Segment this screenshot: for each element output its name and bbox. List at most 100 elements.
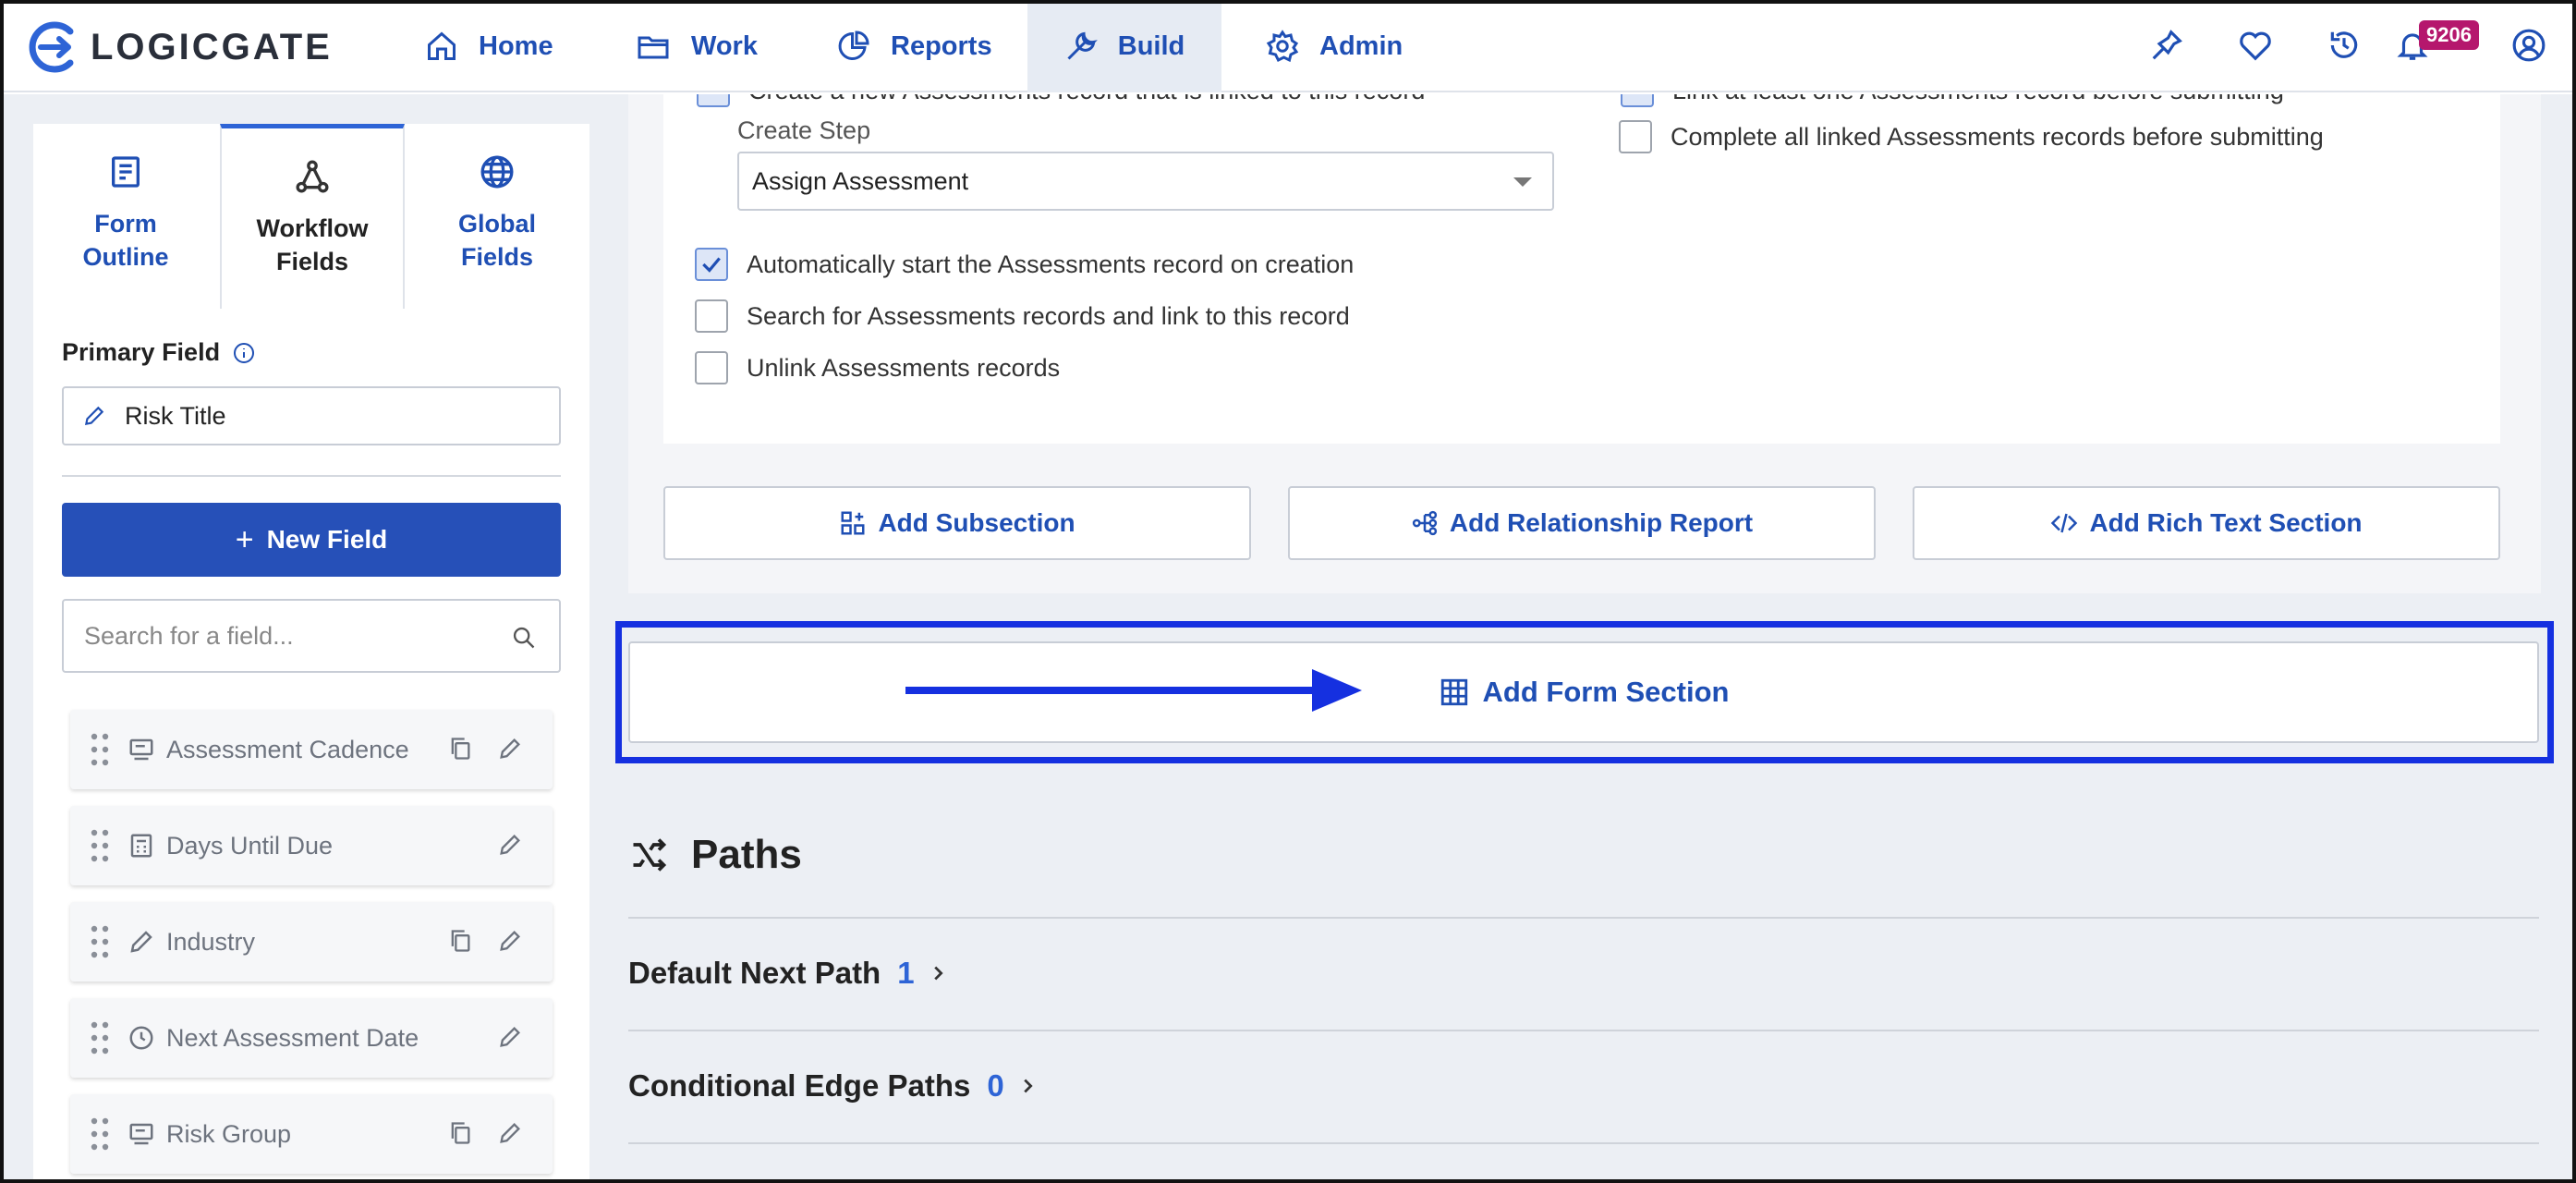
field-item[interactable]: Days Until Due: [70, 806, 553, 885]
edit-icon[interactable]: [497, 1024, 523, 1050]
drag-handle-icon[interactable]: [91, 1021, 109, 1055]
shuffle-icon: [633, 838, 667, 872]
nav-reports[interactable]: Reports: [837, 0, 992, 92]
home-icon: [428, 31, 456, 60]
default-next-path-count: 1: [897, 956, 915, 990]
add-subsection-label: Add Subsection: [878, 508, 1075, 537]
nav-reports-label: Reports: [891, 30, 992, 61]
add-rich-text-button[interactable]: Add Rich Text Section: [1913, 486, 2500, 560]
add-rich-text-label: Add Rich Text Section: [2089, 508, 2363, 537]
create-step-select[interactable]: Assign Assessment: [737, 152, 1554, 211]
code-icon: [2051, 513, 2078, 533]
link-one-label: Link at least one Assessments record bef…: [1672, 94, 2284, 105]
drag-handle-icon[interactable]: [91, 925, 109, 958]
clipped-top-row: Create a new Assessments record that is …: [663, 94, 2500, 107]
edit-icon[interactable]: [497, 736, 523, 762]
nav-home[interactable]: Home: [425, 0, 553, 92]
field-name: Assessment Cadence: [166, 735, 409, 763]
primary-field-input[interactable]: Risk Title: [62, 386, 561, 445]
field-item[interactable]: Industry: [70, 902, 553, 982]
tab-form-outline[interactable]: Form Outline: [33, 124, 218, 309]
drag-handle-icon[interactable]: [91, 1117, 109, 1151]
field-item[interactable]: Next Assessment Date: [70, 998, 553, 1078]
primary-field-label: Primary Field: [62, 338, 255, 367]
search-link-row: Search for Assessments records and link …: [695, 299, 1350, 333]
annotation-highlight-box: [615, 621, 2554, 763]
auto-start-checkbox[interactable]: [695, 248, 728, 281]
gear-icon: [1266, 30, 1299, 63]
field-item[interactable]: Risk Group: [70, 1094, 553, 1174]
field-name: Industry: [166, 927, 256, 956]
complete-all-row: Complete all linked Assessments records …: [1619, 120, 2324, 153]
create-step-value: Assign Assessment: [752, 166, 969, 195]
unlink-checkbox[interactable]: [695, 351, 728, 384]
create-new-row: Create a new Assessments record that is …: [697, 94, 1425, 107]
nav-build[interactable]: Build: [1027, 0, 1221, 92]
tab-global-fields[interactable]: Global Fields: [405, 124, 589, 309]
drag-handle-icon[interactable]: [91, 733, 109, 766]
logo-text: LOGICGATE: [91, 26, 333, 67]
edit-icon[interactable]: [497, 832, 523, 858]
link-one-checkbox[interactable]: [1621, 94, 1654, 107]
search-icon[interactable]: [511, 625, 537, 651]
create-new-label: Create a new Assessments record that is …: [748, 94, 1425, 105]
account-button[interactable]: [2511, 28, 2546, 63]
nav-build-label: Build: [1117, 30, 1185, 61]
default-next-path-row[interactable]: Default Next Path 1: [628, 956, 948, 991]
history-button[interactable]: [2327, 28, 2362, 63]
tab-workflow-fields-line1: Workflow: [256, 214, 369, 242]
copy-icon[interactable]: [447, 928, 473, 954]
tab-workflow-fields[interactable]: Workflow Fields: [220, 124, 405, 309]
conditional-edge-paths-count: 0: [987, 1068, 1004, 1103]
paths-title: Paths: [691, 832, 802, 877]
form-icon: [112, 156, 140, 188]
field-name: Next Assessment Date: [166, 1023, 419, 1052]
new-field-button[interactable]: + New Field: [62, 503, 561, 577]
workflow-icon: [296, 160, 329, 193]
top-nav: LOGICGATE Home Work Reports Build Admin …: [0, 0, 2576, 92]
pencil-icon: [130, 931, 152, 953]
complete-all-checkbox[interactable]: [1619, 120, 1652, 153]
relationship-icon: [1412, 510, 1437, 536]
field-search-input[interactable]: Search for a field...: [62, 599, 561, 673]
copy-icon[interactable]: [447, 1120, 473, 1146]
field-item[interactable]: Assessment Cadence: [70, 710, 553, 789]
unlink-row: Unlink Assessments records: [695, 351, 1060, 384]
logo[interactable]: LOGICGATE: [28, 20, 333, 74]
nav-work[interactable]: Work: [636, 0, 758, 92]
nav-work-label: Work: [691, 30, 758, 61]
add-relationship-report-button[interactable]: Add Relationship Report: [1288, 486, 1876, 560]
divider: [62, 475, 561, 477]
check-icon: [702, 257, 721, 273]
create-new-checkbox[interactable]: [697, 94, 730, 107]
drag-handle-icon[interactable]: [91, 829, 109, 862]
add-subsection-button[interactable]: Add Subsection: [663, 486, 1251, 560]
tab-form-outline-line1: Form: [94, 210, 157, 238]
new-field-label: New Field: [266, 525, 388, 554]
divider: [628, 1142, 2539, 1144]
complete-all-label: Complete all linked Assessments records …: [1671, 122, 2324, 151]
notification-badge: 9206: [2419, 20, 2479, 50]
subsection-icon: [841, 511, 865, 535]
add-relationship-report-label: Add Relationship Report: [1449, 508, 1754, 537]
copy-icon[interactable]: [447, 736, 473, 762]
field-name: Risk Group: [166, 1119, 292, 1148]
clock-icon: [129, 1026, 153, 1050]
edit-icon[interactable]: [497, 928, 523, 954]
divider: [628, 1030, 2539, 1031]
pin-button[interactable]: [2149, 28, 2184, 63]
plus-icon: +: [235, 521, 254, 557]
chevron-right-icon: [933, 966, 943, 981]
default-next-path-label: Default Next Path: [628, 956, 881, 990]
chevron-right-icon: [1023, 1079, 1033, 1093]
edit-icon[interactable]: [497, 1120, 523, 1146]
info-icon[interactable]: [233, 342, 255, 364]
search-link-label: Search for Assessments records and link …: [747, 301, 1350, 330]
tab-global-fields-line2: Fields: [460, 243, 534, 271]
conditional-edge-paths-row[interactable]: Conditional Edge Paths 0: [628, 1068, 1038, 1104]
nav-admin[interactable]: Admin: [1266, 0, 1403, 92]
nav-home-label: Home: [479, 30, 553, 61]
favorites-button[interactable]: [2238, 28, 2273, 63]
search-link-checkbox[interactable]: [695, 299, 728, 333]
tab-workflow-fields-line2: Fields: [275, 248, 349, 275]
